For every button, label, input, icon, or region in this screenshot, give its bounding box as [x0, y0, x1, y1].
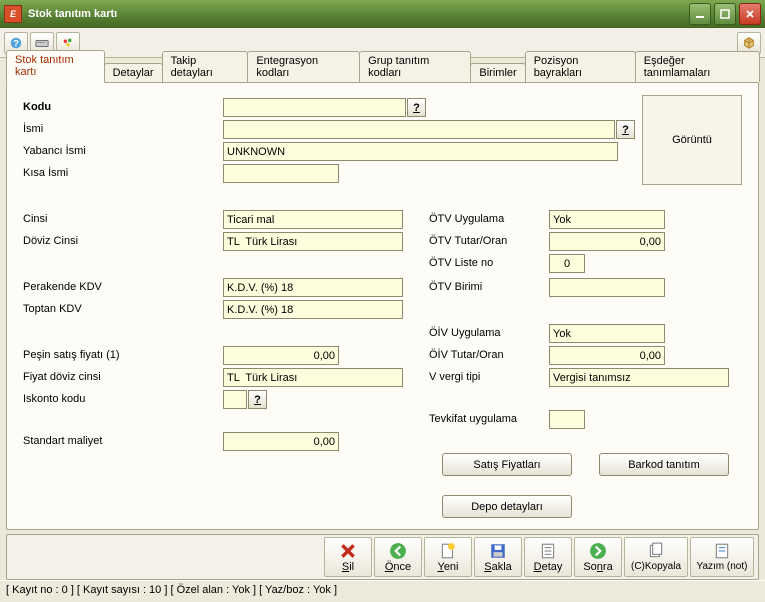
otv-tutar-input[interactable] — [549, 232, 665, 251]
yazim-text: Yazım (not) — [697, 561, 748, 572]
otv-birimi-input[interactable] — [549, 278, 665, 297]
cinsi-input[interactable] — [223, 210, 403, 229]
kopyala-text: (C)Kopyala — [631, 561, 681, 572]
toptan-input[interactable] — [223, 300, 403, 319]
barkod-label: Barkod tanıtım — [628, 459, 700, 471]
copy-icon — [647, 542, 665, 560]
kodu-label: Kodu — [23, 101, 51, 113]
tab-esdeger[interactable]: Eşdeğer tanımlamaları — [635, 51, 760, 82]
kopyala-button[interactable]: (C)Kopyala — [624, 537, 688, 577]
sil-button[interactable]: Sil — [324, 537, 372, 577]
kisa-input[interactable] — [223, 164, 339, 183]
oiv-tutar-label: ÖİV Tutar/Oran — [429, 349, 504, 361]
bottom-toolbar: Sil Önce Yeni Sakla Detay Sonra (C)Kopya… — [6, 534, 759, 580]
doviz-cinsi-label: Döviz Cinsi — [23, 235, 78, 247]
yeni-text: eni — [444, 561, 459, 573]
standart-label: Standart maliyet — [23, 435, 102, 447]
tevkifat-label: Tevkifat uygulama — [429, 413, 517, 425]
oiv-uyg-label: ÖİV Uygulama — [429, 327, 501, 339]
tevkifat-input[interactable] — [549, 410, 585, 429]
tab-takip[interactable]: Takip detayları — [162, 51, 249, 82]
fiyat-doviz-input[interactable] — [223, 368, 403, 387]
sonra-text: So — [583, 561, 596, 573]
iskonto-input[interactable] — [223, 390, 247, 409]
cinsi-label: Cinsi — [23, 213, 47, 225]
vvergi-label: V vergi tipi — [429, 371, 480, 383]
app-icon: E — [4, 5, 22, 23]
otv-liste-input[interactable] — [549, 254, 585, 273]
detay-button[interactable]: Detay — [524, 537, 572, 577]
status-bar: [ Kayıt no : 0 ] [ Kayıt sayısı : 10 ] [… — [0, 580, 765, 600]
oiv-uyg-input[interactable] — [549, 324, 665, 343]
goruntu-box[interactable]: Görüntü — [642, 95, 742, 185]
otv-birimi-label: ÖTV Birimi — [429, 281, 482, 293]
tab-birimler[interactable]: Birimler — [470, 63, 525, 82]
detay-text: etay — [542, 561, 563, 573]
iskonto-label: Iskonto kodu — [23, 393, 85, 405]
kisa-label: Kısa İsmi — [23, 167, 68, 179]
pesin-label: Peşin satış fiyatı (1) — [23, 349, 120, 361]
save-icon — [489, 542, 507, 560]
pesin-input[interactable] — [223, 346, 339, 365]
yeni-button[interactable]: Yeni — [424, 537, 472, 577]
otv-tutar-label: ÖTV Tutar/Oran — [429, 235, 507, 247]
perakende-input[interactable] — [223, 278, 403, 297]
doviz-cinsi-input[interactable] — [223, 232, 403, 251]
minimize-button[interactable] — [689, 3, 711, 25]
ismi-label: İsmi — [23, 123, 43, 135]
once-text: nce — [393, 561, 411, 573]
yazim-button[interactable]: Yazım (not) — [690, 537, 754, 577]
otv-uyg-label: ÖTV Uygulama — [429, 213, 504, 225]
standart-input[interactable] — [223, 432, 339, 451]
yabanci-input[interactable] — [223, 142, 618, 161]
close-button[interactable] — [739, 3, 761, 25]
otv-uyg-input[interactable] — [549, 210, 665, 229]
next-icon — [589, 542, 607, 560]
ismi-lookup[interactable]: ? — [616, 120, 635, 139]
sil-text: il — [349, 561, 354, 573]
perakende-label: Perakende KDV — [23, 281, 102, 293]
title-bar: E Stok tanıtım kartı — [0, 0, 765, 28]
fiyat-doviz-label: Fiyat döviz cinsi — [23, 371, 101, 383]
svg-text:?: ? — [13, 38, 19, 49]
barkod-button[interactable]: Barkod tanıtım — [599, 453, 729, 476]
detail-icon — [539, 542, 557, 560]
tab-entegrasyon[interactable]: Entegrasyon kodları — [247, 51, 360, 82]
main-panel: Kodu ? İsmi ? Yabancı İsmi Kısa İsmi Gör… — [6, 82, 759, 530]
iskonto-lookup[interactable]: ? — [248, 390, 267, 409]
note-icon — [713, 542, 731, 560]
kodu-input[interactable] — [223, 98, 406, 117]
tab-stok-tanitim[interactable]: Stok tanıtım kartı — [6, 50, 105, 83]
delete-icon — [339, 542, 357, 560]
vvergi-input[interactable] — [549, 368, 729, 387]
maximize-button[interactable] — [714, 3, 736, 25]
satis-fiyatlari-label: Satış Fiyatları — [473, 459, 540, 471]
depo-button[interactable]: Depo detayları — [442, 495, 572, 518]
depo-label: Depo detayları — [471, 501, 543, 513]
tab-grup[interactable]: Grup tanıtım kodları — [359, 51, 471, 82]
ismi-input[interactable] — [223, 120, 615, 139]
new-icon — [439, 542, 457, 560]
satis-fiyatlari-button[interactable]: Satış Fiyatları — [442, 453, 572, 476]
sakla-button[interactable]: Sakla — [474, 537, 522, 577]
sakla-text: akla — [492, 561, 512, 573]
once-button[interactable]: Önce — [374, 537, 422, 577]
sonra-button[interactable]: Sonra — [574, 537, 622, 577]
tab-detaylar[interactable]: Detaylar — [104, 63, 163, 82]
goruntu-label: Görüntü — [672, 134, 712, 146]
tab-pozisyon[interactable]: Pozisyon bayrakları — [525, 51, 636, 82]
yabanci-label: Yabancı İsmi — [23, 145, 86, 157]
otv-liste-label: ÖTV Liste no — [429, 257, 493, 269]
kodu-lookup[interactable]: ? — [407, 98, 426, 117]
oiv-tutar-input[interactable] — [549, 346, 665, 365]
prev-icon — [389, 542, 407, 560]
window-title: Stok tanıtım kartı — [28, 8, 689, 20]
toptan-label: Toptan KDV — [23, 303, 82, 315]
tab-bar: Stok tanıtım kartı Detaylar Takip detayl… — [0, 60, 765, 82]
